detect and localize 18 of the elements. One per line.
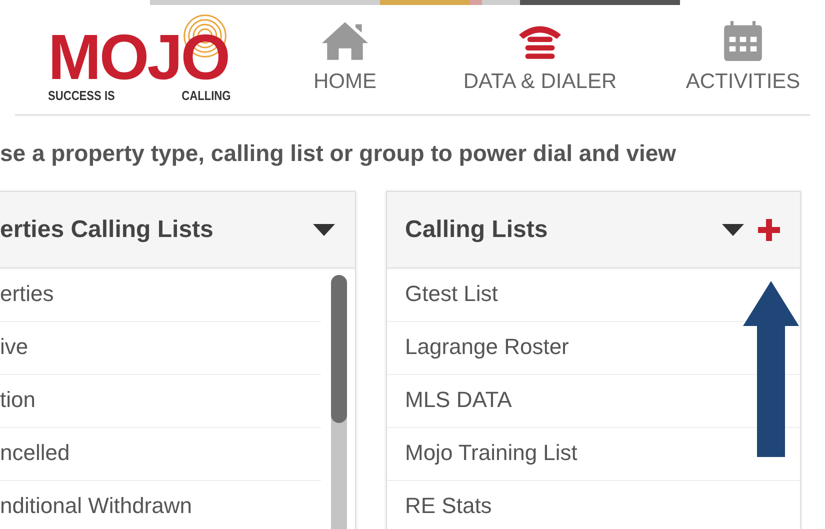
list-item[interactable]: RE Stats [387,481,800,529]
list-item[interactable]: nditional Withdrawn [0,481,321,529]
add-icon[interactable] [758,218,780,240]
mojo-logo[interactable]: MOJO SUCCESS IS CALLING [48,10,234,102]
scrollbar[interactable] [331,275,347,529]
list-item[interactable]: ive [0,322,321,375]
scroll-thumb[interactable] [331,275,347,423]
nav-tab[interactable]: HOME [275,20,415,94]
list-item[interactable]: erties [0,269,321,322]
panel-title: Calling Lists [405,216,548,244]
caret-icon[interactable] [313,224,335,236]
list-item[interactable]: tion [0,375,321,428]
panel-title: erties Calling Lists [0,216,214,244]
nav-tab[interactable]: DATA & DIALER [415,20,665,94]
list-item[interactable]: ncelled [0,428,321,481]
caret-icon[interactable] [722,224,744,236]
instruction-text: se a property type, calling list or group to power dial and view [0,140,678,167]
nav-tab[interactable]: ACTIVITIES [665,20,821,94]
